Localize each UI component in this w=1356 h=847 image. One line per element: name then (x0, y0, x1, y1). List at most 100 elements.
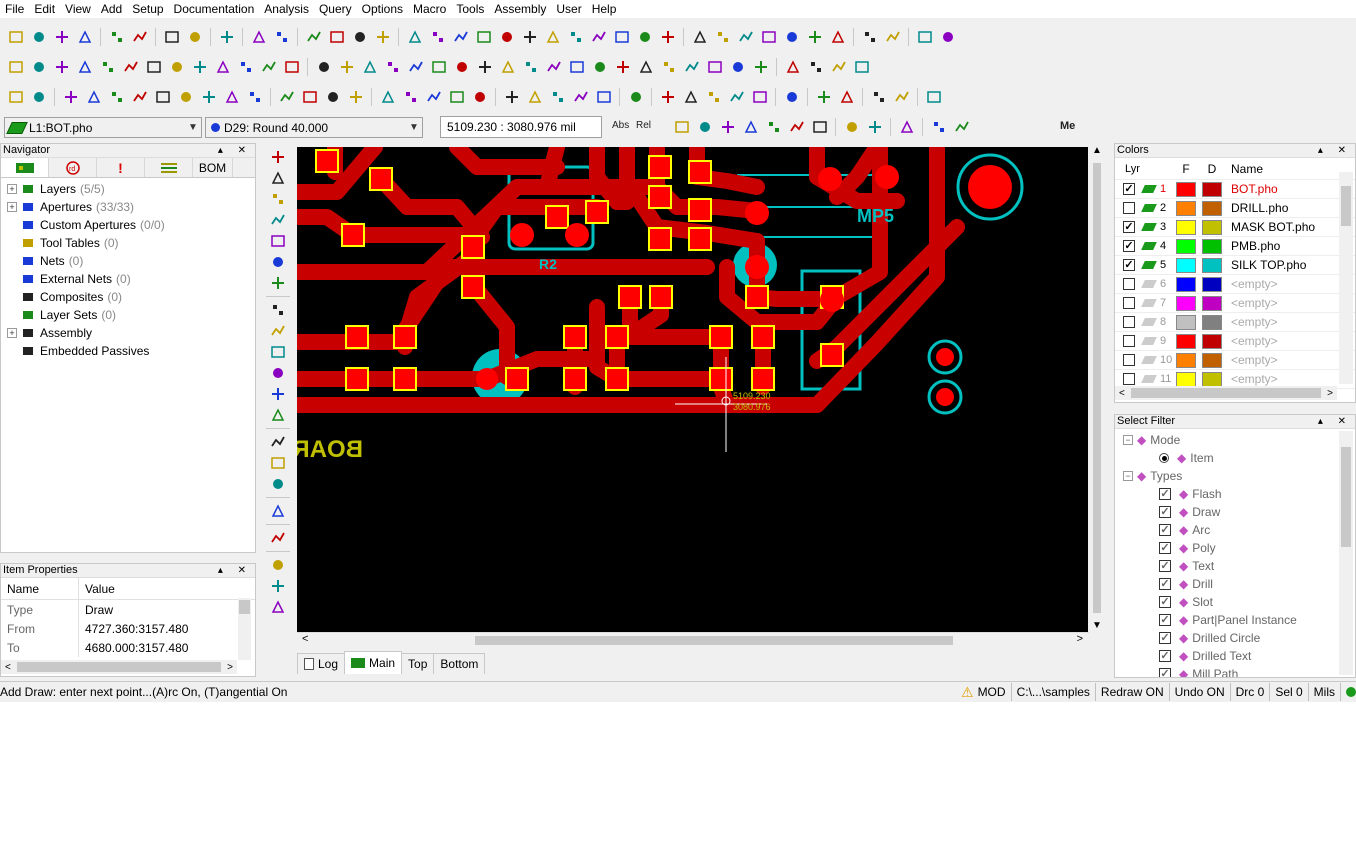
toolbar-button-icon[interactable] (750, 87, 770, 107)
toolbar-button-icon[interactable] (236, 57, 256, 77)
draw-color-swatch[interactable] (1202, 200, 1222, 216)
layer-visible-checkbox[interactable] (1123, 335, 1135, 347)
toolbar-button-icon[interactable] (883, 27, 903, 47)
toolbar-button-icon[interactable] (897, 117, 917, 137)
toolbar-button-icon[interactable] (590, 57, 610, 77)
toolbar-button-icon[interactable] (52, 27, 72, 47)
toolbar-button-icon[interactable] (636, 57, 656, 77)
toolbar-button-icon[interactable] (713, 27, 733, 47)
flash-color-swatch[interactable] (1176, 295, 1196, 311)
nav-item-layer-sets[interactable]: Layer Sets (0) (1, 306, 255, 324)
toolbar-button-icon[interactable] (84, 87, 104, 107)
canvas-vscroll[interactable]: ▲ ▼ (1089, 145, 1105, 631)
draw-color-swatch[interactable] (1202, 371, 1222, 387)
tool-button-icon[interactable] (268, 555, 288, 575)
toolbar-button-icon[interactable] (429, 57, 449, 77)
layer-color-row[interactable]: ✓ 4 PMB.pho (1115, 237, 1355, 256)
colors-vscroll[interactable] (1339, 172, 1353, 384)
tab-bottom[interactable]: Bottom (433, 653, 486, 674)
toolbar-button-icon[interactable] (782, 27, 802, 47)
layer-color-row[interactable]: ✓ 3 MASK BOT.pho (1115, 218, 1355, 237)
menu-options[interactable]: Options (357, 1, 408, 17)
flash-color-swatch[interactable] (1176, 181, 1196, 197)
toolbar-button-icon[interactable] (938, 27, 958, 47)
filter-mode-node[interactable]: − ◆ Mode (1115, 431, 1355, 449)
panel-buttons[interactable]: ▴ ✕ (1318, 415, 1352, 428)
toolbar-button-icon[interactable] (6, 27, 26, 47)
toolbar-button-icon[interactable] (222, 87, 242, 107)
toolbar-button-icon[interactable] (502, 87, 522, 107)
nav-item-composites[interactable]: Composites (0) (1, 288, 255, 306)
draw-color-swatch[interactable] (1202, 295, 1222, 311)
toolbar-button-icon[interactable] (613, 57, 633, 77)
toolbar-button-icon[interactable] (383, 57, 403, 77)
filter-type-drilled-text[interactable]: ✓ ◆ Drilled Text (1115, 647, 1355, 665)
toolbar-button-icon[interactable] (566, 27, 586, 47)
item-properties-hscroll[interactable]: < > (1, 660, 237, 674)
menu-edit[interactable]: Edit (29, 1, 60, 17)
tool-button-icon[interactable] (268, 597, 288, 617)
layer-color-row[interactable]: ✓ 1 BOT.pho (1115, 180, 1355, 199)
toolbar-button-icon[interactable] (327, 27, 347, 47)
tool-button-icon[interactable] (268, 168, 288, 188)
toolbar-button-icon[interactable] (323, 87, 343, 107)
toolbar-button-icon[interactable] (52, 57, 72, 77)
nav-item-tool-tables[interactable]: Tool Tables (0) (1, 234, 255, 252)
toolbar-button-icon[interactable] (672, 117, 692, 137)
toolbar-button-icon[interactable] (681, 87, 701, 107)
menu-analysis[interactable]: Analysis (259, 1, 314, 17)
menu-add[interactable]: Add (96, 1, 127, 17)
tool-button-icon[interactable] (268, 189, 288, 209)
nav-item-layers[interactable]: + Layers (5/5) (1, 180, 255, 198)
toolbar-button-icon[interactable] (405, 27, 425, 47)
filter-type-drilled-circle[interactable]: ✓ ◆ Drilled Circle (1115, 629, 1355, 647)
toolbar-button-icon[interactable] (424, 87, 444, 107)
filter-type-checkbox[interactable]: ✓ (1159, 650, 1171, 662)
abs-mode-button[interactable]: Abs (612, 120, 629, 131)
layer-visible-checkbox[interactable]: ✓ (1123, 221, 1135, 233)
tab-nets[interactable]: rd (49, 158, 97, 177)
filter-type-checkbox[interactable]: ✓ (1159, 632, 1171, 644)
aperture-select[interactable]: D29: Round 40.000 ▼ (205, 117, 423, 138)
collapse-icon[interactable]: − (1123, 435, 1133, 445)
toolbar-button-icon[interactable] (107, 87, 127, 107)
toolbar-button-icon[interactable] (718, 117, 738, 137)
toolbar-button-icon[interactable] (249, 27, 269, 47)
filter-type-part-panel-instance[interactable]: ✓ ◆ Part|Panel Instance (1115, 611, 1355, 629)
toolbar-button-icon[interactable] (6, 57, 26, 77)
toolbar-button-icon[interactable] (451, 27, 471, 47)
filter-type-checkbox[interactable]: ✓ (1159, 488, 1171, 500)
toolbar-button-icon[interactable] (470, 87, 490, 107)
layer-color-row[interactable]: 2 DRILL.pho (1115, 199, 1355, 218)
toolbar-button-icon[interactable] (130, 27, 150, 47)
toolbar-button-icon[interactable] (635, 27, 655, 47)
toolbar-button-icon[interactable] (682, 57, 702, 77)
toolbar-button-icon[interactable] (915, 27, 935, 47)
toolbar-button-icon[interactable] (806, 57, 826, 77)
pcb-drawing[interactable]: MP5 R2 BOARDS 5109.2303080.976 (297, 147, 1088, 632)
canvas-hscroll[interactable]: < > (297, 632, 1089, 647)
layer-visible-checkbox[interactable]: ✓ (1123, 259, 1135, 271)
toolbar-button-icon[interactable] (75, 27, 95, 47)
toolbar-button-icon[interactable] (498, 57, 518, 77)
toolbar-button-icon[interactable] (829, 57, 849, 77)
tool-button-icon[interactable] (268, 273, 288, 293)
tool-button-icon[interactable] (268, 501, 288, 521)
flash-color-swatch[interactable] (1176, 257, 1196, 273)
toolbar-button-icon[interactable] (360, 57, 380, 77)
expand-icon[interactable]: + (7, 328, 17, 338)
toolbar-button-icon[interactable] (842, 117, 862, 137)
toolbar-button-icon[interactable] (61, 87, 81, 107)
filter-type-slot[interactable]: ✓ ◆ Slot (1115, 593, 1355, 611)
panel-buttons[interactable]: ▴ ✕ (218, 564, 252, 577)
menu-view[interactable]: View (60, 1, 96, 17)
tool-button-icon[interactable] (268, 576, 288, 596)
toolbar-button-icon[interactable] (213, 57, 233, 77)
layer-visible-checkbox[interactable] (1123, 316, 1135, 328)
layer-color-row[interactable]: 7 <empty> (1115, 294, 1355, 313)
me-button[interactable]: Me (1060, 120, 1075, 132)
toolbar-button-icon[interactable] (764, 117, 784, 137)
toolbar-button-icon[interactable] (272, 27, 292, 47)
draw-color-swatch[interactable] (1202, 352, 1222, 368)
flash-color-swatch[interactable] (1176, 276, 1196, 292)
